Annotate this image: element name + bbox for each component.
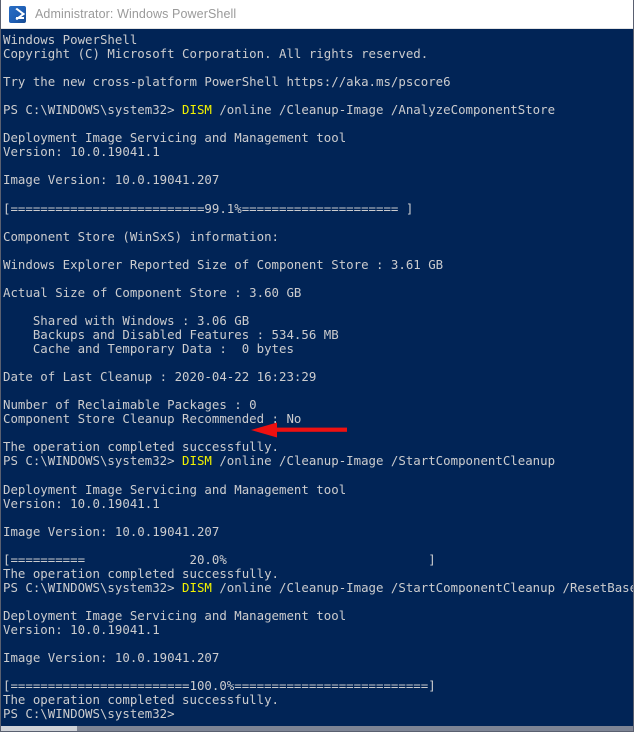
progress-bar-line: [========================100.0%=========… bbox=[3, 678, 436, 694]
horizontal-scrollbar[interactable] bbox=[1, 726, 633, 731]
prompt-text: PS C:\WINDOWS\system32> bbox=[3, 102, 183, 118]
command-arguments: /online /Cleanup-Image /AnalyzeComponent… bbox=[211, 102, 556, 118]
command-arguments: /online /Cleanup-Image /StartComponentCl… bbox=[211, 453, 556, 469]
console-output-line: Shared with Windows : 3.06 GB bbox=[3, 312, 250, 328]
console-output-line: Version: 10.0.19041.1 bbox=[3, 495, 160, 511]
scrollbar-thumb[interactable] bbox=[1, 726, 77, 731]
prompt-text: PS C:\WINDOWS\system32> bbox=[3, 453, 183, 469]
console-output-line: Image Version: 10.0.19041.207 bbox=[3, 172, 220, 188]
console-prompt-line: PS C:\WINDOWS\system32> bbox=[3, 707, 633, 721]
console-output-line: The operation completed successfully. bbox=[3, 439, 280, 455]
scrollbar-track[interactable] bbox=[77, 726, 633, 731]
progress-bar-line: [==========================99.1%========… bbox=[3, 200, 414, 216]
console-output-line: Copyright (C) Microsoft Corporation. All… bbox=[3, 46, 429, 62]
console-output-line: The operation completed successfully. bbox=[3, 565, 280, 581]
console-prompt-line: PS C:\WINDOWS\system32> DISM /online /Cl… bbox=[3, 454, 633, 468]
powershell-window: Administrator: Windows PowerShell Window… bbox=[0, 0, 634, 732]
console-output-line: Image Version: 10.0.19041.207 bbox=[3, 523, 220, 539]
window-titlebar[interactable]: Administrator: Windows PowerShell bbox=[1, 0, 633, 29]
command-keyword: DISM bbox=[182, 453, 212, 469]
console-output-line: Deployment Image Servicing and Managemen… bbox=[3, 130, 347, 146]
underscore-icon bbox=[16, 17, 24, 19]
console-line-list: Windows PowerShell Copyright (C) Microsof… bbox=[3, 32, 633, 721]
progress-bar-line: [========== 20.0% ] bbox=[3, 551, 436, 567]
console-output-line: Cache and Temporary Data : 0 bytes bbox=[3, 341, 294, 357]
console-output-line: Windows Explorer Reported Size of Compon… bbox=[3, 256, 444, 272]
console-output-line: Component Store (WinSxS) information: bbox=[3, 228, 280, 244]
console-output-line: Actual Size of Component Store : 3.60 GB bbox=[3, 284, 302, 300]
console-output-line: Version: 10.0.19041.1 bbox=[3, 621, 160, 637]
window-title: Administrator: Windows PowerShell bbox=[35, 7, 237, 21]
command-keyword: DISM bbox=[182, 579, 212, 595]
console-output-line: Number of Reclaimable Packages : 0 bbox=[3, 397, 257, 413]
console-output-line: Component Store Cleanup Recommended : No bbox=[3, 411, 302, 427]
prompt-text: PS C:\WINDOWS\system32> bbox=[3, 579, 183, 595]
console-output[interactable]: Windows PowerShell Copyright (C) Microsof… bbox=[1, 29, 633, 731]
console-output-line: Version: 10.0.19041.1 bbox=[3, 144, 160, 160]
console-output-line: Deployment Image Servicing and Managemen… bbox=[3, 481, 347, 497]
console-output-line: Image Version: 10.0.19041.207 bbox=[3, 650, 220, 666]
console-output-line: The operation completed successfully. bbox=[3, 692, 280, 708]
console-output-line: Backups and Disabled Features : 534.56 M… bbox=[3, 326, 339, 342]
prompt-text: PS C:\WINDOWS\system32> bbox=[3, 706, 175, 722]
console-output-line: Windows PowerShell bbox=[3, 32, 138, 47]
powershell-icon bbox=[9, 5, 26, 23]
console-output-line: Date of Last Cleanup : 2020-04-22 16:23:… bbox=[3, 369, 317, 385]
console-prompt-line: PS C:\WINDOWS\system32> DISM /online /Cl… bbox=[3, 579, 633, 595]
console-output-line: Deployment Image Servicing and Managemen… bbox=[3, 607, 347, 623]
console-output-line: Try the new cross-platform PowerShell ht… bbox=[3, 74, 451, 90]
console-prompt-line: PS C:\WINDOWS\system32> DISM /online /Cl… bbox=[3, 103, 633, 117]
command-arguments: /online /Cleanup-Image /StartComponentCl… bbox=[211, 579, 633, 595]
command-keyword: DISM bbox=[182, 102, 212, 118]
